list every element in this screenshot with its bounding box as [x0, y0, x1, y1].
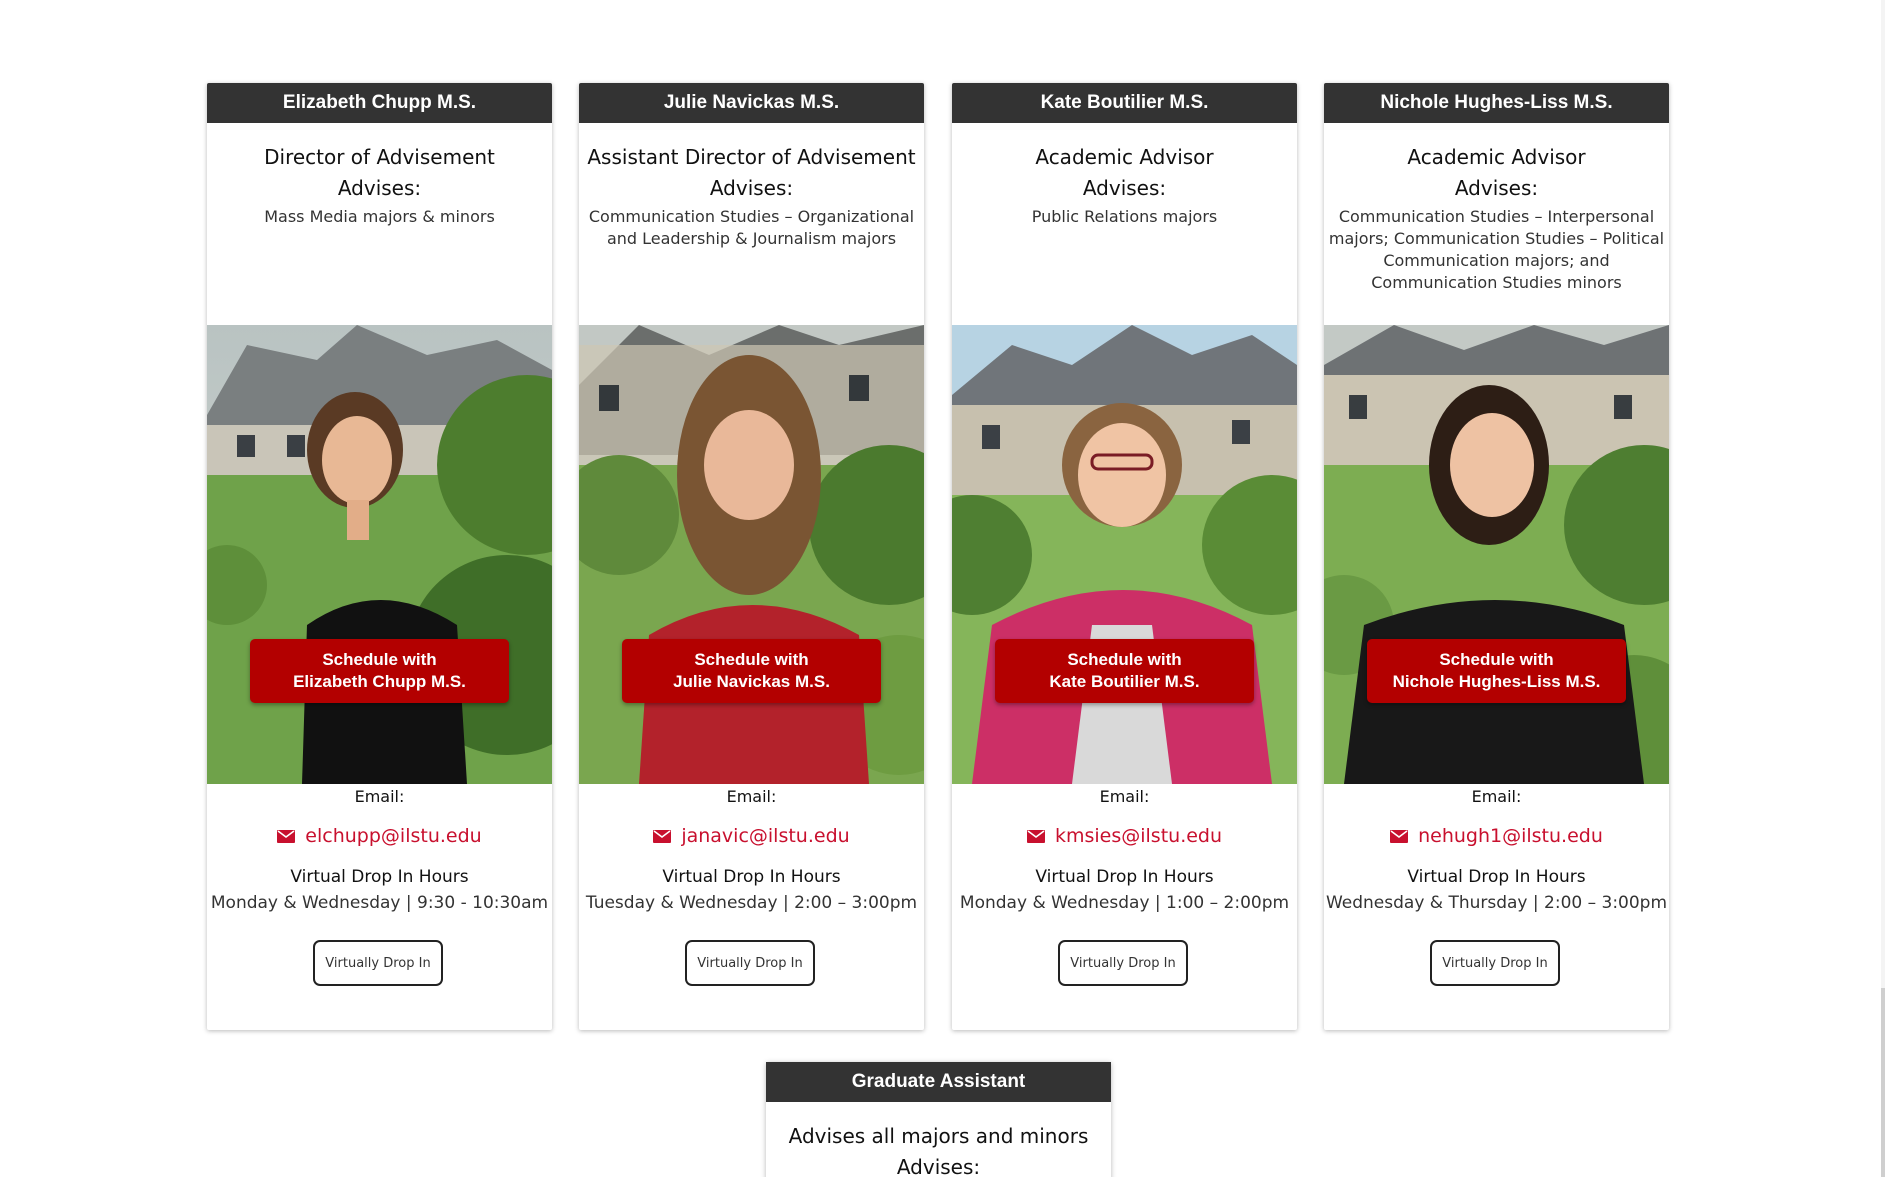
advises-label: Advises: [709, 176, 794, 200]
schedule-button-line1: Schedule with [694, 650, 809, 669]
advisor-photo: Schedule with Julie Navickas M.S. [579, 325, 924, 784]
advisors-page: Elizabeth Chupp M.S. Director of Advisem… [0, 0, 1885, 1177]
email-label: Email: [354, 787, 405, 806]
virtually-drop-in-button[interactable]: Virtually Drop In [1058, 940, 1188, 986]
advisor-name-header: Elizabeth Chupp M.S. [207, 83, 552, 123]
email-label: Email: [726, 787, 777, 806]
advisor-card: Nichole Hughes-Liss M.S. Academic Adviso… [1324, 83, 1669, 1030]
virtually-drop-in-button[interactable]: Virtually Drop In [1430, 940, 1560, 986]
advisor-role: Academic Advisor [1035, 145, 1214, 169]
advisor-card: Elizabeth Chupp M.S. Director of Advisem… [207, 83, 552, 1030]
envelope-icon [277, 829, 296, 843]
schedule-button[interactable]: Schedule with Elizabeth Chupp M.S. [250, 639, 509, 703]
advises-text: Mass Media majors & minors [264, 207, 495, 226]
advisor-role: Director of Advisement [264, 145, 495, 169]
email-link[interactable]: elchupp@ilstu.edu [305, 825, 481, 847]
email-row: nehugh1@ilstu.edu [1324, 825, 1669, 847]
hours-value: Wednesday & Thursday | 2:00 – 3:00pm [1325, 893, 1668, 913]
advisor-name-header: Nichole Hughes-Liss M.S. [1324, 83, 1669, 123]
email-link[interactable]: kmsies@ilstu.edu [1055, 825, 1222, 847]
advises-text: Communication Studies – Organizational a… [588, 207, 915, 248]
schedule-button-line2: Julie Navickas M.S. [673, 672, 830, 691]
schedule-button-line1: Schedule with [322, 650, 437, 669]
advises-text: Public Relations majors [1031, 207, 1218, 226]
envelope-icon [653, 829, 672, 843]
virtually-drop-in-button[interactable]: Virtually Drop In [313, 940, 443, 986]
advises-label: Advises: [337, 176, 422, 200]
hours-title: Virtual Drop In Hours [1035, 867, 1214, 887]
advisor-photo: Schedule with Nichole Hughes-Liss M.S. [1324, 325, 1669, 784]
hours-title: Virtual Drop In Hours [1407, 867, 1586, 887]
advisor-role: Academic Advisor [1407, 145, 1586, 169]
schedule-button-line2: Nichole Hughes-Liss M.S. [1392, 672, 1601, 691]
advises-text: Communication Studies – Interpersonal ma… [1328, 207, 1665, 292]
schedule-button-line1: Schedule with [1067, 650, 1182, 669]
advises-label: Advises: [1082, 176, 1167, 200]
advisor-card: Kate Boutilier M.S. Academic Advisor Adv… [952, 83, 1297, 1030]
graduate-assistant-role: Advises all majors and minors [788, 1124, 1089, 1148]
advises-label: Advises: [896, 1155, 981, 1177]
envelope-icon [1390, 829, 1409, 843]
scrollbar-thumb[interactable] [1881, 988, 1885, 1177]
hours-title: Virtual Drop In Hours [662, 867, 841, 887]
schedule-button-line1: Schedule with [1439, 650, 1554, 669]
schedule-button-line2: Kate Boutilier M.S. [1049, 672, 1200, 691]
advisor-photo: Schedule with Elizabeth Chupp M.S. [207, 325, 552, 784]
email-row: elchupp@ilstu.edu [207, 825, 552, 847]
schedule-button[interactable]: Schedule with Julie Navickas M.S. [622, 639, 881, 703]
virtually-drop-in-button[interactable]: Virtually Drop In [685, 940, 815, 986]
hours-value: Monday & Wednesday | 9:30 - 10:30am [210, 893, 549, 913]
graduate-assistant-card: Graduate Assistant Advises all majors an… [766, 1062, 1111, 1177]
advisor-role: Assistant Director of Advisement [587, 145, 916, 169]
email-row: janavic@ilstu.edu [579, 825, 924, 847]
email-label: Email: [1471, 787, 1522, 806]
email-link[interactable]: nehugh1@ilstu.edu [1418, 825, 1603, 847]
email-row: kmsies@ilstu.edu [952, 825, 1297, 847]
advisor-card: Julie Navickas M.S. Assistant Director o… [579, 83, 924, 1030]
hours-value: Tuesday & Wednesday | 2:00 – 3:00pm [585, 893, 918, 913]
schedule-button[interactable]: Schedule with Nichole Hughes-Liss M.S. [1367, 639, 1626, 703]
advisor-photo: Schedule with Kate Boutilier M.S. [952, 325, 1297, 784]
schedule-button-line2: Elizabeth Chupp M.S. [293, 672, 466, 691]
graduate-assistant-header: Graduate Assistant [766, 1062, 1111, 1102]
advises-label: Advises: [1454, 176, 1539, 200]
hours-title: Virtual Drop In Hours [290, 867, 469, 887]
hours-value: Monday & Wednesday | 1:00 – 2:00pm [959, 893, 1290, 913]
schedule-button[interactable]: Schedule with Kate Boutilier M.S. [995, 639, 1254, 703]
envelope-icon [1026, 829, 1045, 843]
email-label: Email: [1099, 787, 1150, 806]
advisor-name-header: Julie Navickas M.S. [579, 83, 924, 123]
email-link[interactable]: janavic@ilstu.edu [681, 825, 849, 847]
advisor-name-header: Kate Boutilier M.S. [952, 83, 1297, 123]
